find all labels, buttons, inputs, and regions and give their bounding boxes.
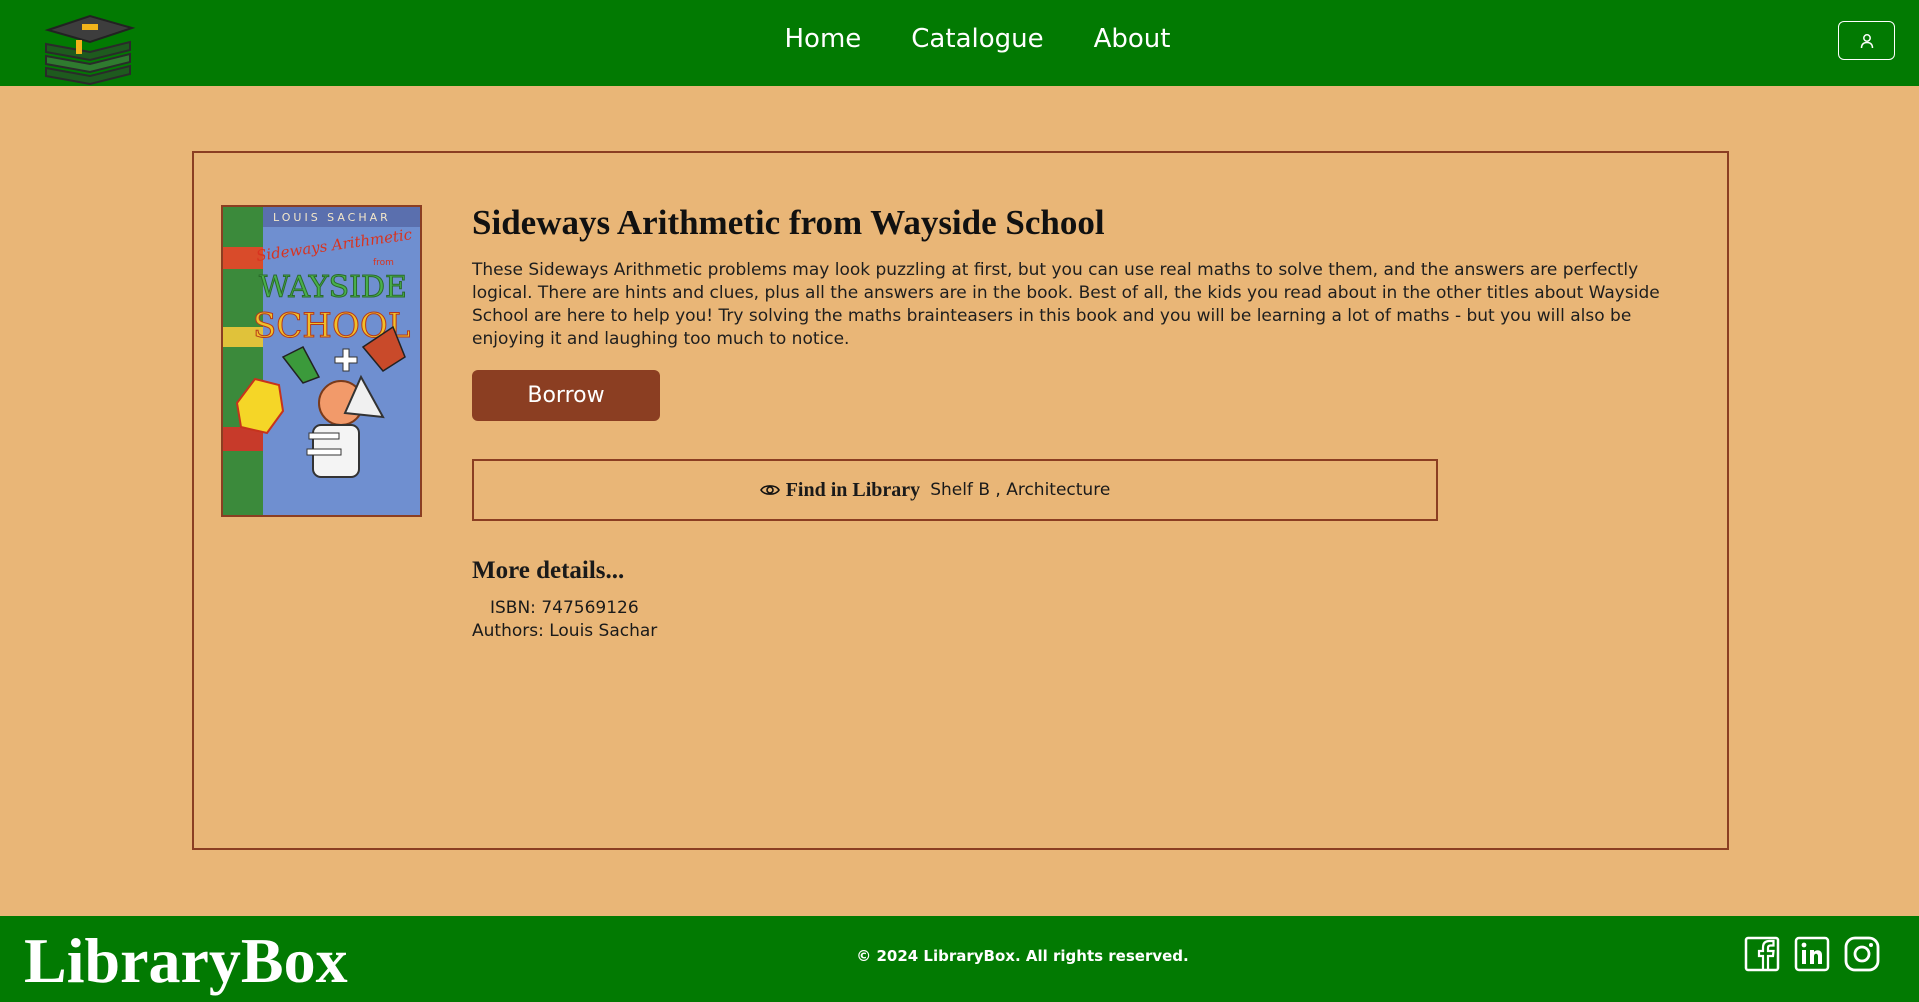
svg-text:LOUIS SACHAR: LOUIS SACHAR [273,211,391,224]
shelf-location: Shelf B , Architecture [930,480,1111,500]
user-account-button[interactable] [1838,21,1895,60]
facebook-icon[interactable] [1744,936,1780,972]
find-in-library-label: Find in Library [759,478,921,502]
isbn-value: ISBN: 747569126 [490,598,639,618]
nav-catalogue-link[interactable]: Catalogue [911,24,1043,54]
book-metadata: ISBN: 747569126 Authors: Louis Sachar [472,597,1692,643]
copyright-text: © 2024 LibraryBox. All rights reserved. [856,947,1189,965]
nav-home-link[interactable]: Home [785,24,862,54]
svg-text:from: from [373,258,394,268]
nav-about-link[interactable]: About [1094,24,1171,54]
book-cover-image: LOUIS SACHAR Sideways Arithmetic from WA… [221,205,422,517]
user-icon [1860,33,1873,48]
borrow-button[interactable]: Borrow [472,370,660,421]
book-title: Sideways Arithmetic from Wayside School [472,203,1105,242]
book-detail-card: LOUIS SACHAR Sideways Arithmetic from WA… [192,151,1729,850]
book-description: These Sideways Arithmetic problems may l… [472,260,1660,349]
more-details-heading: More details... [472,557,625,584]
navbar: Home Catalogue About [0,0,1919,86]
main-nav: Home Catalogue About [0,24,1919,54]
eye-icon [759,485,780,495]
instagram-icon[interactable] [1844,936,1880,972]
social-links [1744,936,1880,972]
svg-text:WAYSIDE: WAYSIDE [259,270,407,305]
footer: LibraryBox © 2024 LibraryBox. All rights… [0,916,1919,1002]
authors-value: Authors: Louis Sachar [472,621,658,641]
linkedin-icon[interactable] [1794,936,1830,972]
find-in-library-box: Find in Library Shelf B , Architecture [472,459,1438,521]
book-info: Sideways Arithmetic from Wayside School … [472,203,1692,643]
find-in-library-text: Find in Library [785,478,921,501]
